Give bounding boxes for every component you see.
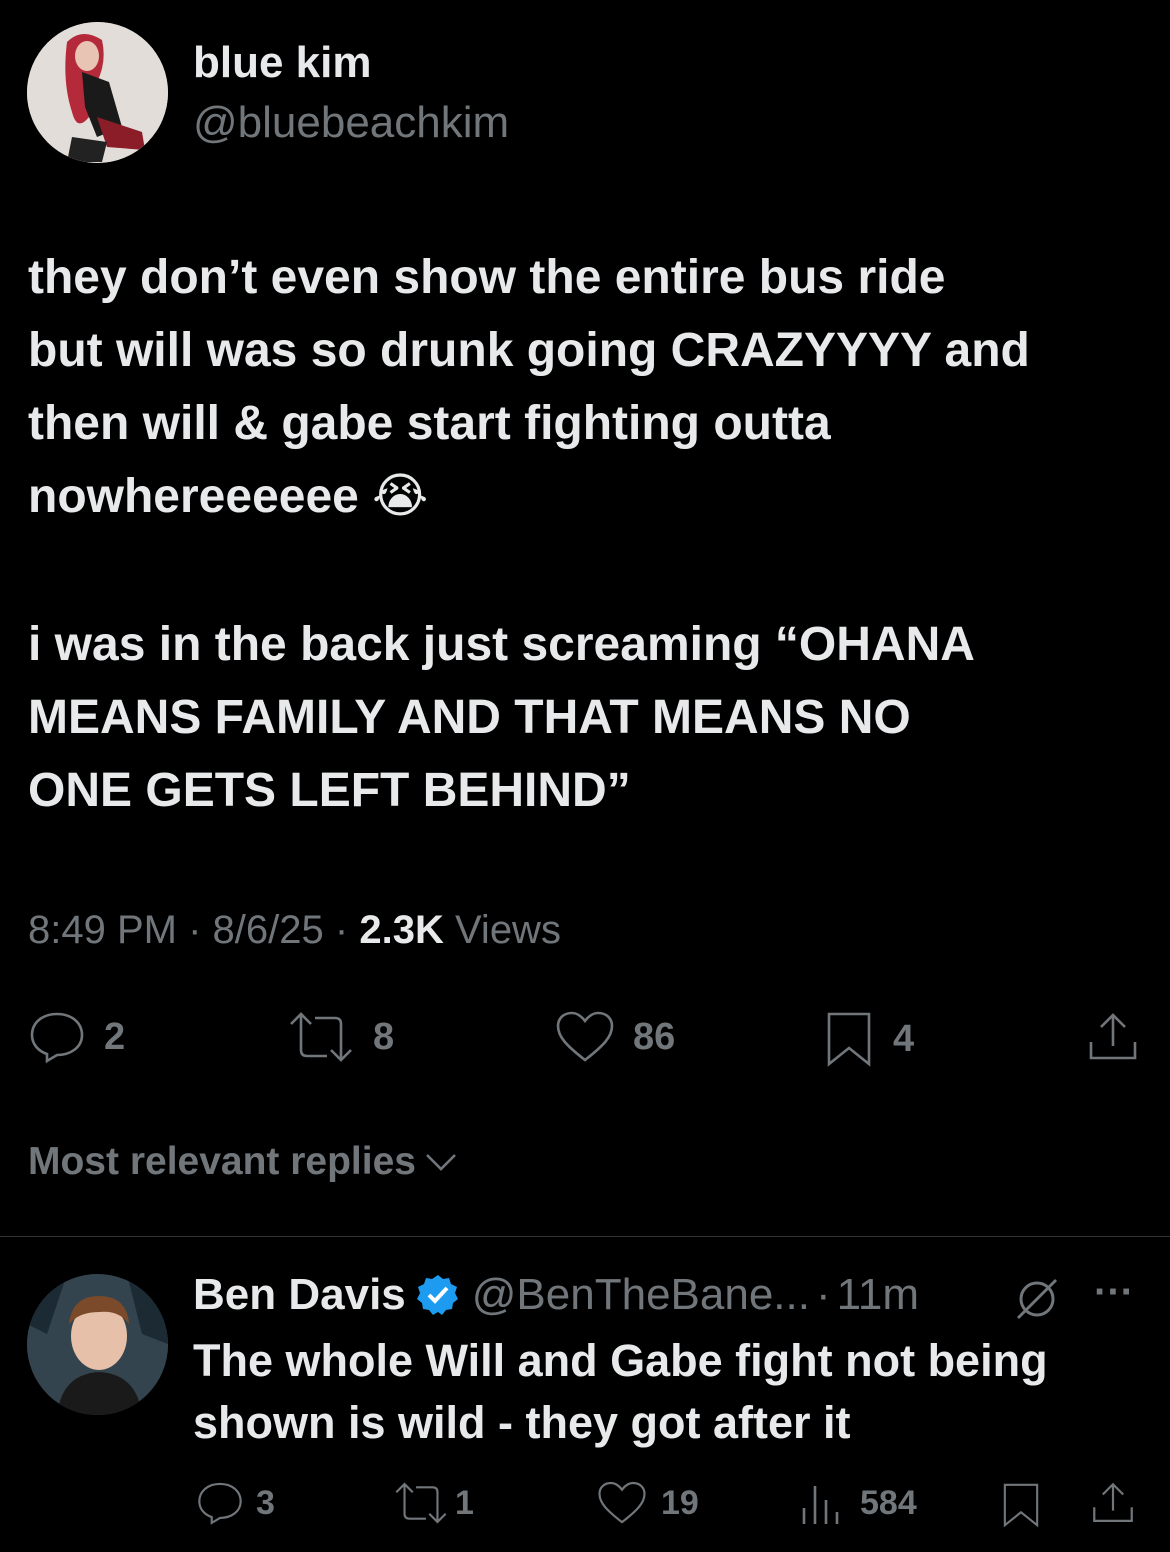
tweet-meta: 8:49 PM · 8/6/25 · 2.3K Views: [28, 908, 561, 953]
reply-share-button[interactable]: [1090, 1480, 1136, 1526]
divider: [0, 1236, 1170, 1237]
reply-handle[interactable]: @BenTheBane...: [472, 1270, 810, 1320]
meta-separator: ·: [334, 908, 349, 952]
profile-photo: [27, 1274, 168, 1415]
author-display-name[interactable]: blue kim: [193, 38, 372, 88]
reply-repost-button[interactable]: 1: [393, 1480, 474, 1526]
reply-views-button[interactable]: 584: [800, 1480, 917, 1526]
reply-time[interactable]: 11m: [837, 1270, 919, 1320]
tweet-line: i was in the back just screaming “OHANA: [28, 618, 975, 671]
reply-display-name[interactable]: Ben Davis: [193, 1270, 406, 1320]
bookmark-icon: [1003, 1483, 1039, 1528]
author-handle[interactable]: @bluebeachkim: [193, 98, 509, 148]
like-count: 86: [633, 1015, 676, 1058]
tweet-line: nowhereeeeee 😭: [28, 470, 429, 523]
reply-line: The whole Will and Gabe fight not being: [193, 1335, 1048, 1386]
tweet-line: then will & gabe start fighting outta: [28, 397, 831, 450]
reply-bookmark-button[interactable]: [1000, 1480, 1042, 1530]
verified-badge-icon: [416, 1275, 458, 1315]
bookmark-icon: [827, 1012, 871, 1067]
tweet-line: MEANS FAMILY AND THAT MEANS NO: [28, 691, 911, 744]
tweet-text-paragraph-2: i was in the back just screaming “OHANA …: [28, 608, 975, 827]
reply-count: 2: [104, 1015, 126, 1058]
meta-separator: ·: [188, 908, 202, 952]
chevron-down-icon: [426, 1154, 456, 1171]
repost-button[interactable]: 8: [287, 1010, 394, 1064]
tweet-date[interactable]: 8/6/25: [213, 908, 324, 952]
heart-icon: [556, 1011, 614, 1062]
grok-icon: [1016, 1278, 1058, 1320]
views-count: 584: [860, 1483, 917, 1522]
share-button[interactable]: [1086, 1010, 1140, 1064]
more-options-button[interactable]: ···: [1094, 1270, 1134, 1315]
reply-header: Ben Davis @BenTheBane... · 11m: [193, 1270, 919, 1320]
tweet-line: but will was so drunk going CRAZYYYY and: [28, 324, 1030, 377]
views-count: 2.3K: [359, 908, 444, 952]
reply-like-button[interactable]: 19: [597, 1480, 699, 1526]
bookmark-count: 4: [893, 1017, 915, 1060]
analytics-icon: [802, 1486, 839, 1524]
avatar-bluekim[interactable]: [27, 22, 168, 163]
repost-icon: [395, 1482, 447, 1524]
reply-reply-button[interactable]: 3: [196, 1480, 275, 1526]
tweet-line: ONE GETS LEFT BEHIND”: [28, 764, 631, 817]
sort-label: Most relevant replies: [28, 1140, 416, 1183]
reply-icon: [198, 1482, 242, 1525]
like-button[interactable]: 86: [555, 1010, 675, 1064]
avatar-bendavis[interactable]: [27, 1274, 168, 1415]
bookmark-button[interactable]: 4: [823, 1010, 914, 1068]
reply-text: The whole Will and Gabe fight not being …: [193, 1330, 1048, 1454]
reply-line: shown is wild - they got after it: [193, 1397, 851, 1448]
share-icon: [1093, 1482, 1133, 1522]
repost-icon: [290, 1012, 352, 1062]
tweet-line: they don’t even show the entire bus ride: [28, 251, 946, 304]
share-icon: [1089, 1013, 1137, 1060]
grok-button[interactable]: [1012, 1274, 1062, 1329]
reply-icon: [30, 1012, 84, 1064]
tweet-text-paragraph-1: they don’t even show the entire bus ride…: [28, 241, 1030, 533]
reply-sort-selector[interactable]: Most relevant replies: [28, 1140, 458, 1184]
repost-count: 8: [373, 1015, 395, 1058]
heart-icon: [598, 1481, 646, 1524]
like-count: 19: [661, 1483, 699, 1522]
reply-button[interactable]: 2: [28, 1010, 125, 1064]
more-icon: ···: [1094, 1270, 1134, 1314]
profile-photo: [27, 22, 168, 163]
meta-separator: ·: [815, 1270, 831, 1319]
tweet-time[interactable]: 8:49 PM: [28, 908, 177, 952]
views-label: Views: [454, 908, 561, 952]
repost-count: 1: [455, 1483, 474, 1522]
reply-count: 3: [256, 1483, 275, 1522]
